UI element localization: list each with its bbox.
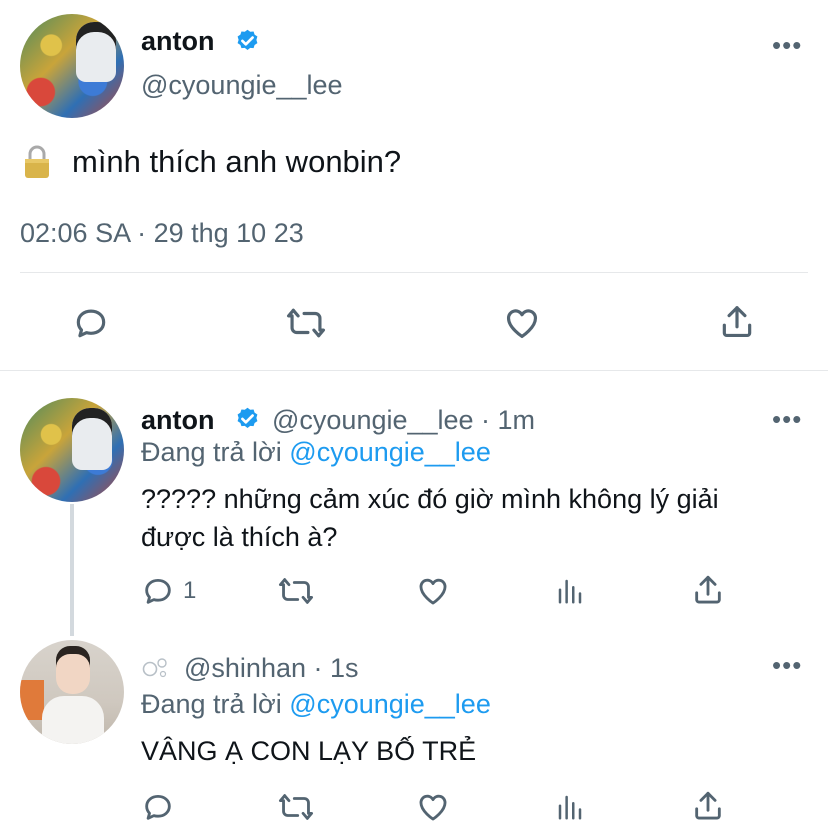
retweet-button[interactable] — [285, 304, 327, 342]
replying-prefix: Đang trả lời — [141, 689, 282, 719]
replying-to: Đang trả lời @cyoungie__lee — [141, 689, 491, 720]
reply-text: VÂNG Ạ CON LẠY BỐ TRẺ — [141, 736, 477, 766]
retweet-button[interactable] — [277, 790, 315, 824]
reply-text-line: ????? những cảm xúc đó giờ mình không lý… — [141, 484, 719, 514]
reply-icon — [145, 578, 171, 604]
replying-mention-link[interactable]: @cyoungie__lee — [289, 689, 491, 719]
reply-meta[interactable]: @cyoungie__lee · 1m — [272, 405, 535, 436]
reply-button[interactable] — [72, 304, 110, 342]
analytics-icon — [558, 795, 582, 820]
reply-text: ????? những cảm xúc đó giờ mình không lý… — [141, 480, 719, 556]
reply-count: 1 — [183, 577, 197, 604]
reply-author-avatar[interactable] — [20, 398, 124, 502]
replying-to: Đang trả lời @cyoungie__lee — [141, 437, 491, 468]
author-handle[interactable]: @cyoungie__lee — [141, 70, 343, 101]
share-button[interactable] — [691, 572, 725, 608]
author-avatar[interactable] — [20, 14, 124, 118]
reply-author-name[interactable]: anton — [141, 405, 215, 436]
reply-icon — [76, 309, 106, 338]
thread-line — [70, 504, 74, 636]
more-options-icon[interactable]: ••• — [772, 404, 802, 435]
share-icon — [722, 306, 752, 338]
share-button[interactable] — [691, 788, 725, 824]
analytics-button[interactable] — [555, 574, 585, 608]
lock-icon — [25, 145, 49, 178]
reply-icon — [145, 794, 171, 820]
tweet-timestamp[interactable]: 02:06 SA · 29 thg 10 23 — [20, 218, 304, 249]
retweet-icon — [278, 794, 313, 820]
retweet-button[interactable] — [277, 574, 315, 608]
verified-badge-icon — [237, 407, 258, 428]
analytics-button[interactable] — [555, 790, 585, 824]
more-options-icon[interactable]: ••• — [772, 650, 802, 681]
like-button[interactable] — [502, 304, 542, 342]
like-button[interactable] — [415, 574, 451, 608]
author-name[interactable]: anton — [141, 26, 215, 57]
reply-button[interactable]: 1 — [141, 574, 196, 608]
section-divider — [0, 370, 828, 371]
retweet-icon — [287, 308, 325, 338]
reply-meta[interactable]: @shinhan · 1s — [184, 653, 359, 684]
share-icon — [695, 791, 721, 820]
share-button[interactable] — [718, 302, 756, 342]
bubbles-icon — [142, 658, 167, 678]
replying-prefix: Đang trả lời — [141, 437, 282, 467]
heart-icon — [419, 794, 447, 821]
retweet-icon — [278, 578, 313, 604]
reply-text-line: được là thích à? — [141, 522, 338, 552]
heart-icon — [419, 578, 447, 605]
reply-button[interactable] — [141, 790, 175, 824]
heart-icon — [506, 309, 538, 339]
replying-mention-link[interactable]: @cyoungie__lee — [289, 437, 491, 467]
analytics-icon — [558, 579, 582, 604]
share-icon — [695, 575, 721, 604]
verified-badge-icon — [237, 29, 258, 50]
more-options-icon[interactable]: ••• — [772, 30, 802, 61]
divider — [20, 272, 808, 273]
shinhan-avatar[interactable] — [20, 640, 124, 744]
like-button[interactable] — [415, 790, 451, 824]
tweet-text: mình thích anh wonbin? — [72, 144, 402, 179]
